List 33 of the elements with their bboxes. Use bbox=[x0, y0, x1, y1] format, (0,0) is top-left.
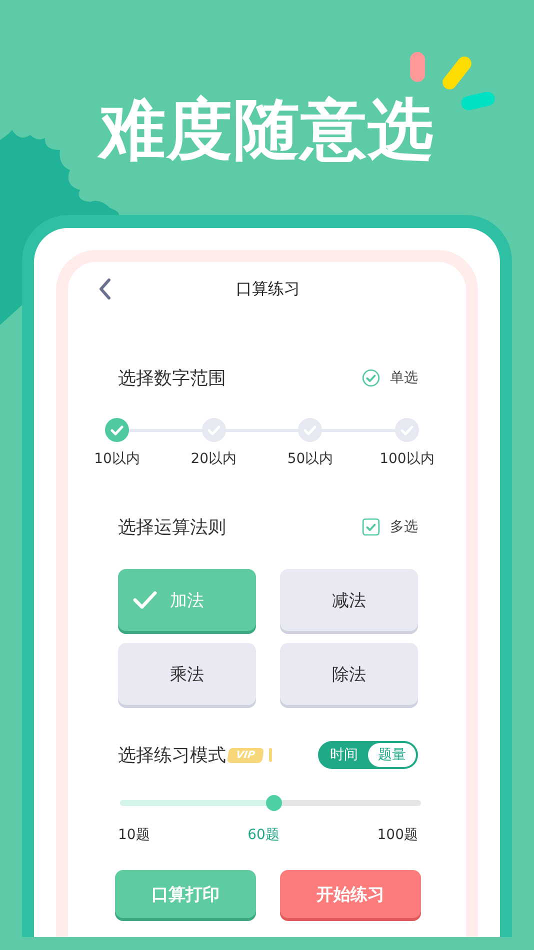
mode-label: 单选 bbox=[390, 369, 418, 387]
step-check-icon[interactable] bbox=[202, 418, 226, 442]
section-heading: 选择练习模式 bbox=[118, 744, 226, 767]
slider-thumb[interactable] bbox=[266, 795, 282, 811]
checkbox-icon bbox=[362, 518, 380, 536]
operation-button[interactable]: 加法 bbox=[118, 569, 256, 631]
range-label: 50以内 bbox=[287, 450, 334, 468]
mode-tab[interactable]: 题量 bbox=[368, 743, 416, 767]
section-heading: 选择运算法则 bbox=[118, 516, 226, 539]
range-label: 20以内 bbox=[190, 450, 237, 468]
step-check-icon[interactable] bbox=[105, 418, 129, 442]
back-icon[interactable] bbox=[98, 278, 112, 300]
operation-button[interactable]: 减法 bbox=[280, 569, 418, 631]
step-check-icon[interactable] bbox=[298, 418, 322, 442]
headline: 难度随意选 bbox=[100, 92, 434, 168]
count-label: 60题 bbox=[248, 826, 280, 844]
count-label: 100题 bbox=[377, 826, 418, 844]
circle-check-icon bbox=[362, 369, 380, 387]
operation-button[interactable]: 除法 bbox=[280, 643, 418, 705]
mode-label: 多选 bbox=[390, 518, 418, 536]
range-label: 100以内 bbox=[380, 450, 434, 468]
start-button[interactable]: 开始练习 bbox=[280, 870, 421, 918]
badge-tick-icon bbox=[268, 748, 272, 762]
operation-button[interactable]: 乘法 bbox=[118, 643, 256, 705]
section-heading: 选择数字范围 bbox=[118, 367, 226, 390]
vip-badge: VIP bbox=[226, 748, 264, 762]
print-button[interactable]: 口算打印 bbox=[115, 870, 256, 918]
mode-tab[interactable]: 时间 bbox=[320, 743, 368, 767]
screen-title: 口算练习 bbox=[236, 278, 300, 300]
check-icon bbox=[132, 589, 158, 611]
count-label: 10题 bbox=[118, 826, 150, 844]
range-label: 10以内 bbox=[94, 450, 140, 468]
step-check-icon[interactable] bbox=[394, 418, 419, 442]
